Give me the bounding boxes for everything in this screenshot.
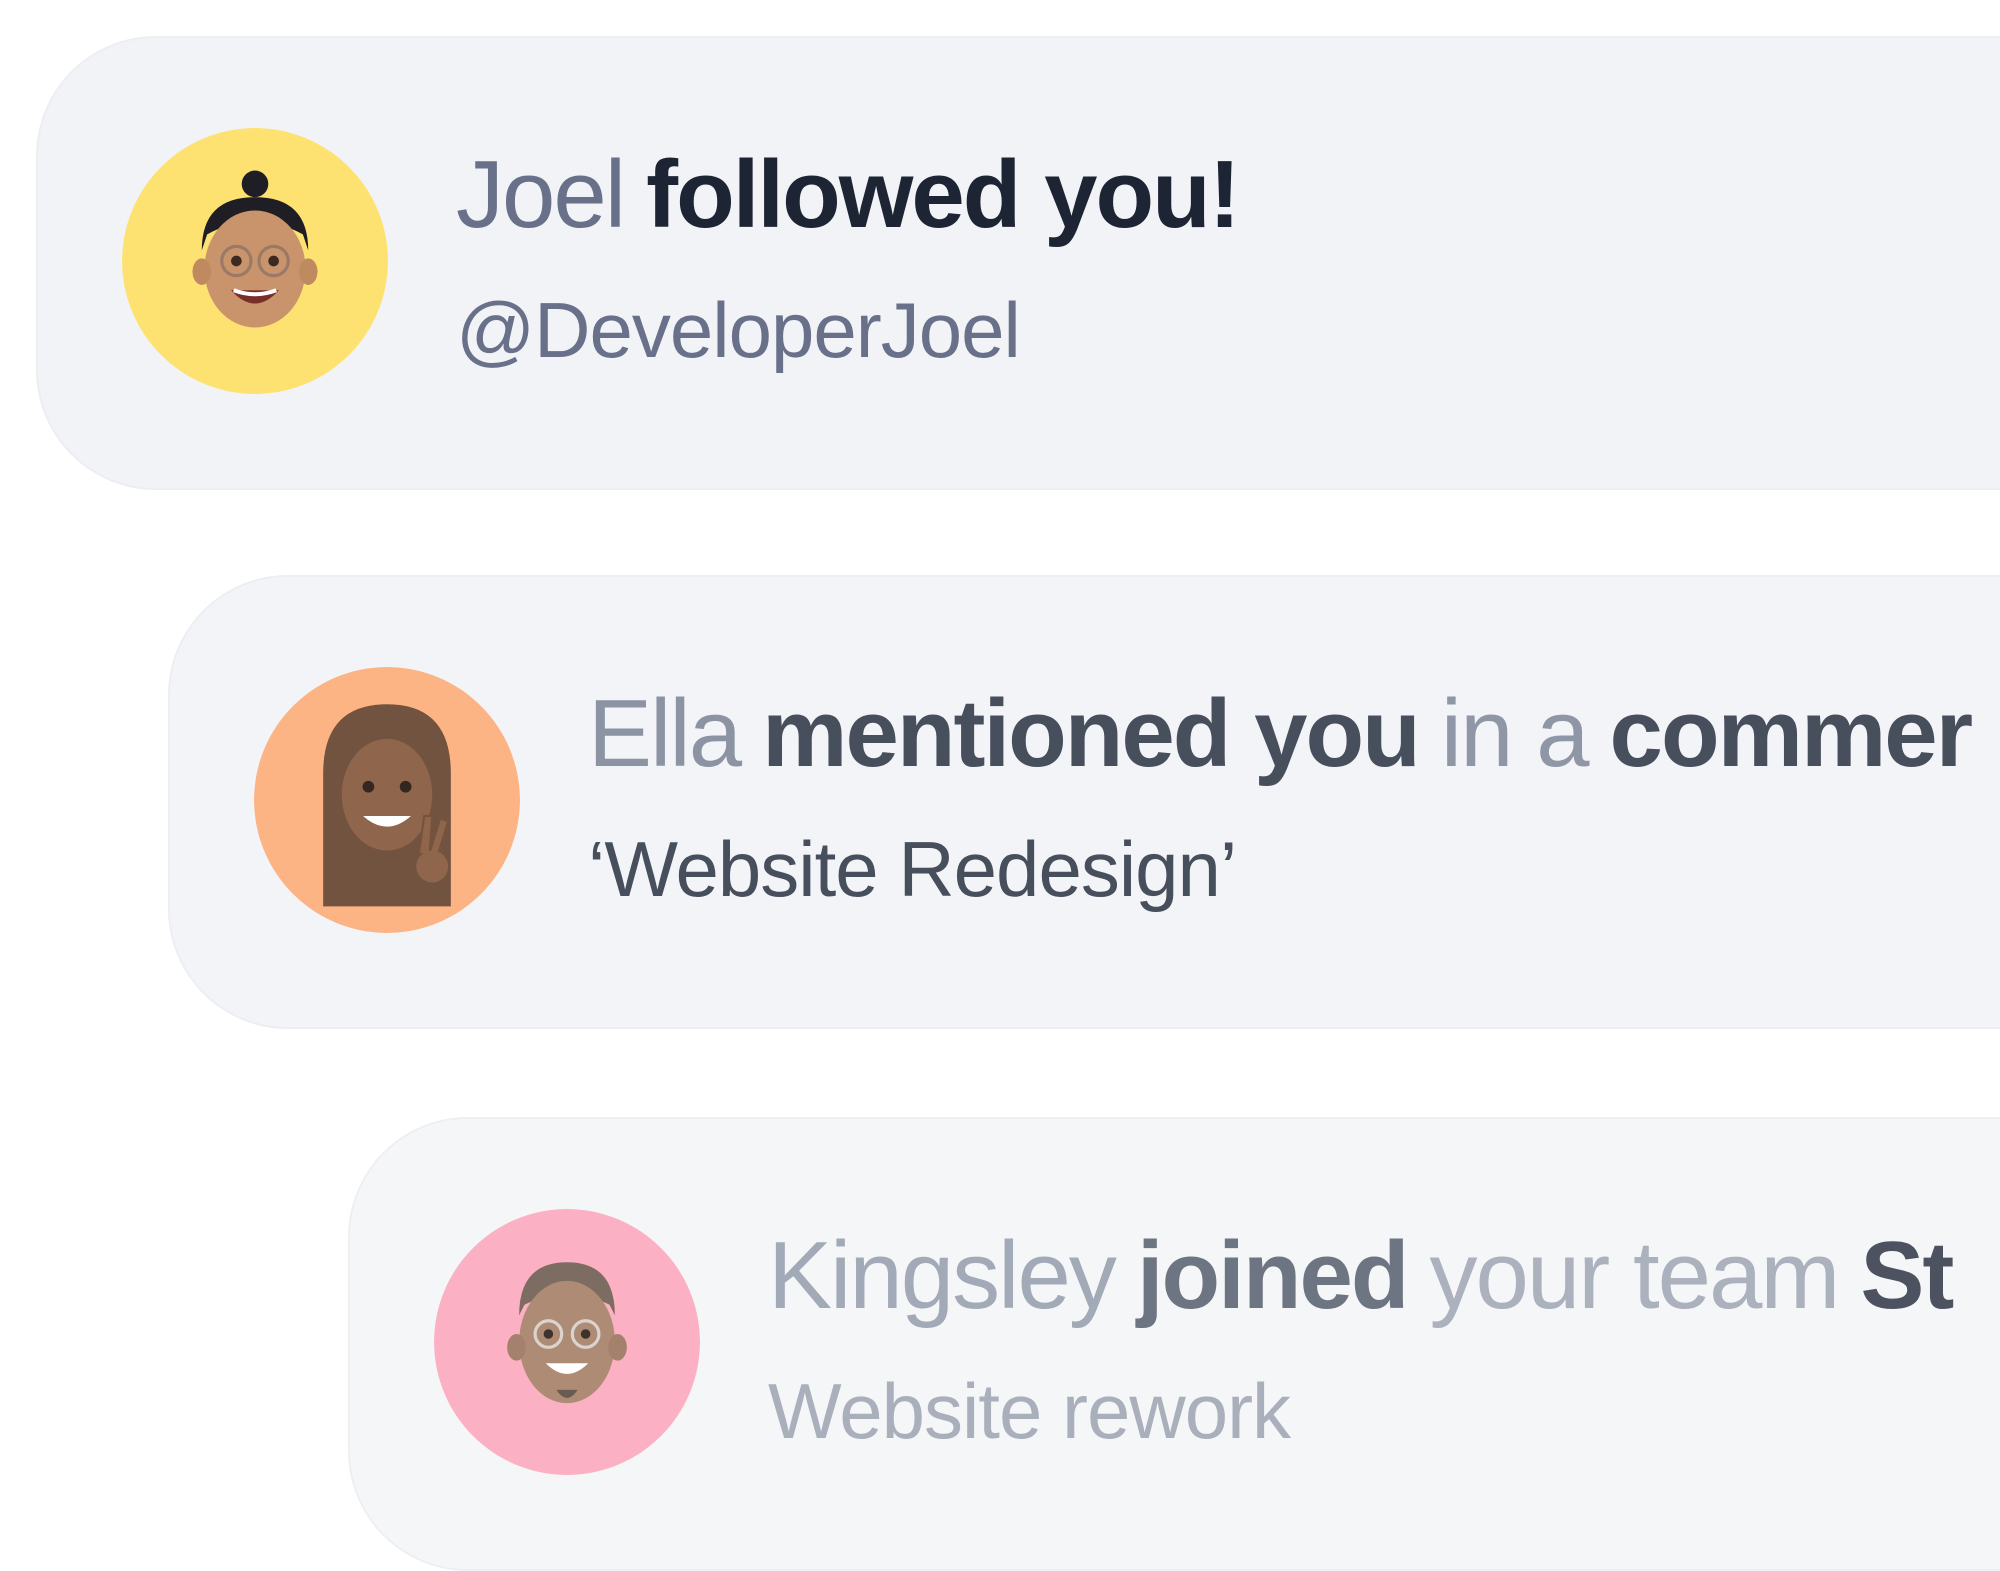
notification-card-follow[interactable]: Joel followed you! @DeveloperJoel (36, 36, 2000, 490)
avatar-joel[interactable] (122, 128, 388, 394)
user-name[interactable]: Ella (588, 680, 742, 787)
connector-text: in a (1440, 680, 1590, 787)
action-text: mentioned you (762, 680, 1421, 787)
user-name[interactable]: Kingsley (768, 1222, 1117, 1329)
notification-headline: Ella mentioned you in a commer (588, 681, 1993, 787)
project-name[interactable]: ‘Website Redesign’ (588, 826, 1237, 913)
memoji-man-goatee-glasses-icon (434, 1209, 700, 1475)
connector-text: your team (1429, 1222, 1841, 1329)
user-handle[interactable]: @DeveloperJoel (456, 287, 1021, 374)
user-name[interactable]: Joel (456, 141, 626, 248)
project-name[interactable]: Website rework (768, 1368, 1291, 1455)
notification-card-team-join[interactable]: Kingsley joined your team St Website rework (348, 1117, 2000, 1571)
action-text: joined (1136, 1222, 1410, 1329)
object-text[interactable]: commer (1610, 680, 1973, 787)
notification-card-mention[interactable]: Ella mentioned you in a commer ‘Website Red… (168, 575, 2000, 1029)
memoji-woman-peace-sign-icon (254, 667, 520, 933)
team-name[interactable]: St (1860, 1222, 1954, 1329)
action-text: followed you! (646, 141, 1241, 248)
avatar-kingsley[interactable] (434, 1209, 700, 1475)
notification-headline: Joel followed you! (456, 142, 1261, 248)
memoji-man-bun-glasses-icon (122, 128, 388, 394)
avatar-ella[interactable] (254, 667, 520, 933)
notification-headline: Kingsley joined your team St (768, 1222, 1954, 1329)
